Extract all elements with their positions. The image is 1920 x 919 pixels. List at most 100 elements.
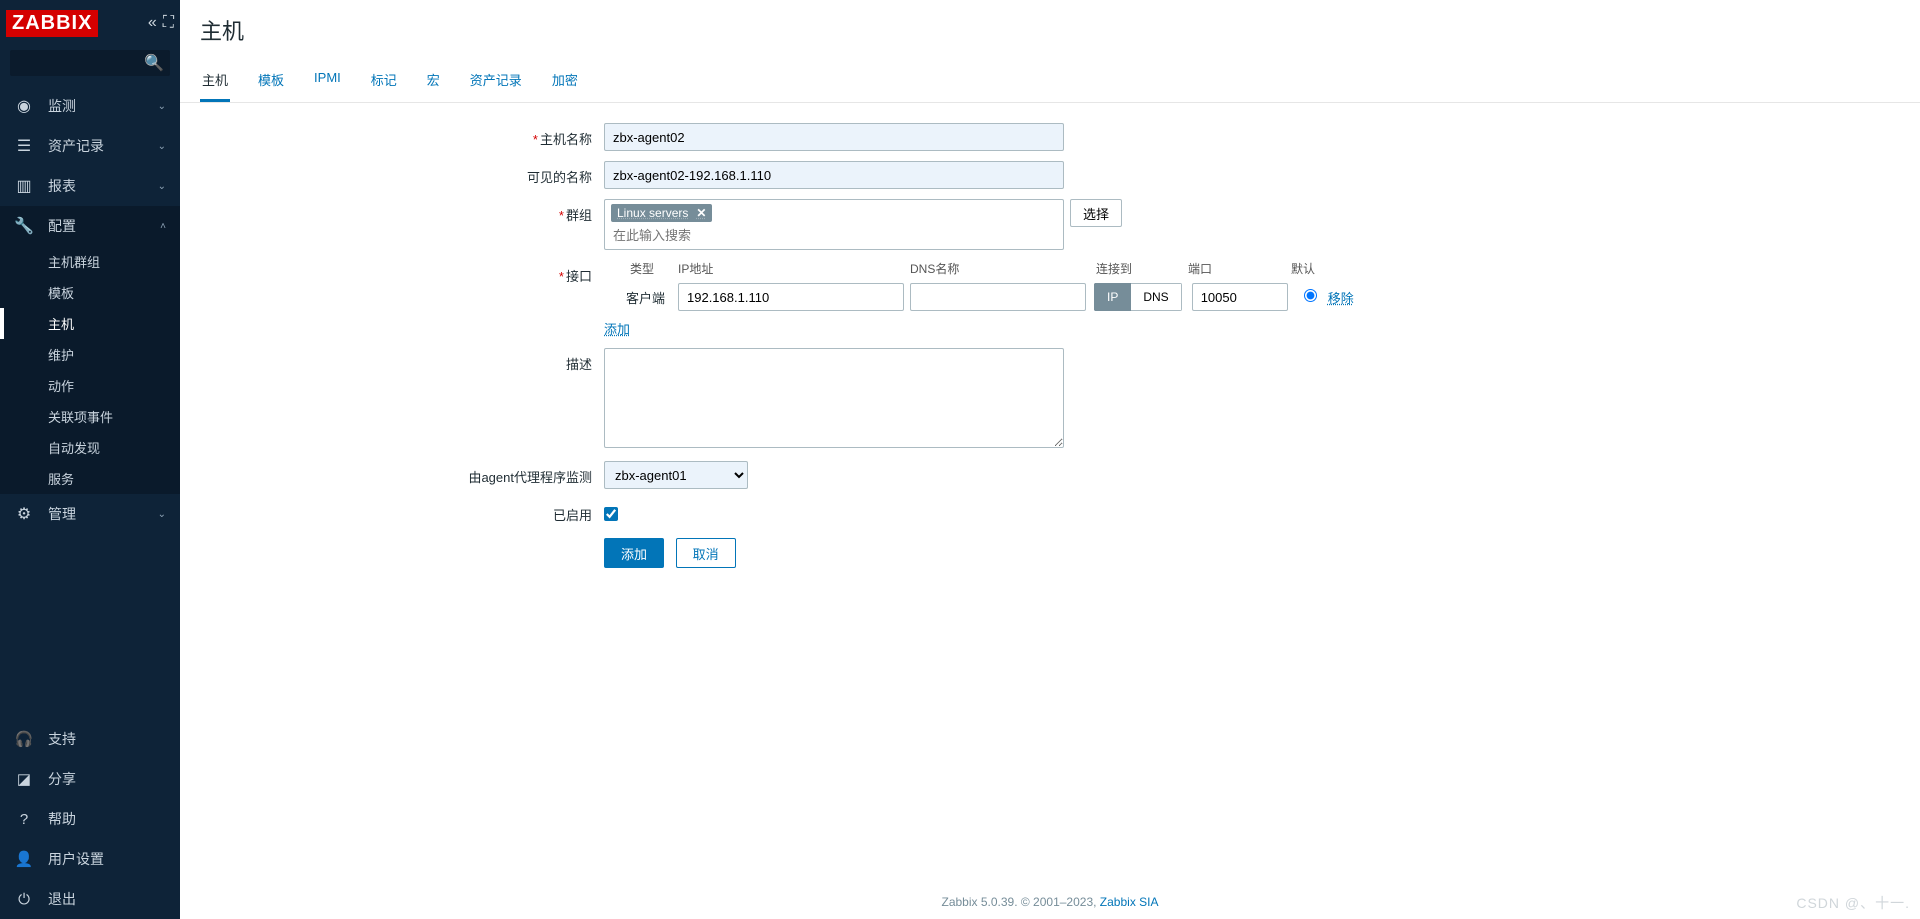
nav-inventory[interactable]: ☰ 资产记录 ⌄ <box>0 126 180 166</box>
tab-tags[interactable]: 标记 <box>369 60 399 102</box>
hdr-port: 端口 <box>1188 260 1288 277</box>
chevron-down-icon: ⌄ <box>158 101 166 112</box>
label-visiblename: 可见的名称 <box>527 170 592 185</box>
hdr-dns: DNS名称 <box>910 260 1096 277</box>
bottom-label: 支持 <box>48 729 76 749</box>
groups-search-input[interactable] <box>611 224 1057 247</box>
cancel-button[interactable]: 取消 <box>676 538 736 568</box>
chevron-down-icon: ⌄ <box>158 509 166 520</box>
group-tag[interactable]: Linux servers ✕ <box>611 204 712 222</box>
hdr-type: 类型 <box>604 260 678 277</box>
chevron-up-icon: ˄ <box>160 221 166 232</box>
chevron-down-icon: ⌄ <box>158 141 166 152</box>
label-enabled: 已启用 <box>553 508 592 523</box>
interface-default-radio[interactable] <box>1304 289 1317 302</box>
nav-label: 配置 <box>48 216 76 236</box>
enabled-checkbox[interactable] <box>604 507 618 521</box>
bottom-label: 分享 <box>48 769 76 789</box>
interface-ip-input[interactable] <box>678 283 904 311</box>
bottom-support[interactable]: 🎧 支持 <box>0 719 180 759</box>
brand-logo[interactable]: ZABBIX <box>6 10 98 37</box>
hdr-ip: IP地址 <box>678 260 910 277</box>
hdr-connect: 连接到 <box>1096 260 1188 277</box>
sub-correlation[interactable]: 关联项事件 <box>0 401 180 432</box>
tab-macros[interactable]: 宏 <box>425 60 442 102</box>
bottom-label: 帮助 <box>48 809 76 829</box>
search-icon[interactable]: 🔍 <box>144 53 164 73</box>
sidebar: ZABBIX « ⛶ 🔍 ◉ 监测 ⌄ ☰ 资产记录 ⌄ <box>0 0 180 919</box>
logo-row: ZABBIX « ⛶ <box>0 0 180 46</box>
footer-text: Zabbix 5.0.39. © 2001–2023, <box>942 895 1100 909</box>
interface-add-link[interactable]: 添加 <box>604 319 630 338</box>
sub-hosts[interactable]: 主机 <box>0 308 180 339</box>
collapse-icon[interactable]: « <box>148 14 157 32</box>
sub-templates[interactable]: 模板 <box>0 277 180 308</box>
nav-admin[interactable]: ⚙ 管理 ⌄ <box>0 494 180 534</box>
connect-to-segment: IP DNS <box>1094 283 1182 311</box>
host-form: *主机名称 可见的名称 *群组 Linux servers <box>180 103 1920 588</box>
bottom-help[interactable]: ? 帮助 <box>0 799 180 839</box>
wrench-icon: 🔧 <box>14 216 34 236</box>
chevron-down-icon: ⌄ <box>158 181 166 192</box>
list-icon: ☰ <box>14 136 34 156</box>
label-groups: 群组 <box>566 208 592 223</box>
nav-label: 资产记录 <box>48 136 104 156</box>
help-icon: ? <box>14 811 34 828</box>
nav-config[interactable]: 🔧 配置 ˄ <box>0 206 180 246</box>
sub-hostgroups[interactable]: 主机群组 <box>0 246 180 277</box>
gear-icon: ⚙ <box>14 504 34 524</box>
share-icon: ◪ <box>14 770 34 788</box>
power-icon: ⏻ <box>14 891 34 908</box>
seg-dns-button[interactable]: DNS <box>1131 283 1181 311</box>
select-groups-button[interactable]: 选择 <box>1070 199 1122 227</box>
interface-type-label: 客户端 <box>604 288 678 307</box>
tab-host[interactable]: 主机 <box>200 60 230 102</box>
footer: Zabbix 5.0.39. © 2001–2023, Zabbix SIA <box>180 875 1920 919</box>
headset-icon: 🎧 <box>14 730 34 748</box>
seg-ip-button[interactable]: IP <box>1094 283 1131 311</box>
interface-remove-link[interactable]: 移除 <box>1328 288 1354 307</box>
label-description: 描述 <box>566 357 592 372</box>
eye-icon: ◉ <box>14 96 34 116</box>
label-hostname: 主机名称 <box>540 132 592 147</box>
nav-monitor[interactable]: ◉ 监测 ⌄ <box>0 86 180 126</box>
chart-icon: ▥ <box>14 176 34 196</box>
nav-label: 管理 <box>48 504 76 524</box>
bottom-logout[interactable]: ⏻ 退出 <box>0 879 180 919</box>
interface-header: 类型 IP地址 DNS名称 连接到 端口 默认 <box>604 260 1900 277</box>
sub-services[interactable]: 服务 <box>0 463 180 494</box>
tabbar: 主机 模板 IPMI 标记 宏 资产记录 加密 <box>180 60 1920 103</box>
footer-link[interactable]: Zabbix SIA <box>1100 895 1159 909</box>
sub-actions[interactable]: 动作 <box>0 370 180 401</box>
hdr-default: 默认 <box>1288 260 1318 277</box>
label-interfaces: 接口 <box>566 269 592 284</box>
proxy-select[interactable]: zbx-agent01 <box>604 461 748 489</box>
description-textarea[interactable] <box>604 348 1064 448</box>
visiblename-input[interactable] <box>604 161 1064 189</box>
bottom-label: 退出 <box>48 889 76 909</box>
hostname-input[interactable] <box>604 123 1064 151</box>
sub-maintenance[interactable]: 维护 <box>0 339 180 370</box>
interface-dns-input[interactable] <box>910 283 1086 311</box>
fullscreen-icon[interactable]: ⛶ <box>163 14 174 32</box>
nav-reports[interactable]: ▥ 报表 ⌄ <box>0 166 180 206</box>
groups-multiselect[interactable]: Linux servers ✕ <box>604 199 1064 250</box>
bottom-share[interactable]: ◪ 分享 <box>0 759 180 799</box>
interface-row: 客户端 IP DNS 移除 <box>604 283 1900 311</box>
interface-port-input[interactable] <box>1192 283 1288 311</box>
nav-label: 报表 <box>48 176 76 196</box>
sub-discovery[interactable]: 自动发现 <box>0 432 180 463</box>
nav-label: 监测 <box>48 96 76 116</box>
tab-inventory[interactable]: 资产记录 <box>468 60 524 102</box>
bottom-label: 用户设置 <box>48 849 104 869</box>
tab-ipmi[interactable]: IPMI <box>312 60 343 102</box>
watermark: CSDN @、十一. <box>1796 893 1910 913</box>
config-submenu: 主机群组 模板 主机 维护 动作 关联项事件 自动发现 服务 <box>0 246 180 494</box>
add-button[interactable]: 添加 <box>604 538 664 568</box>
tab-encryption[interactable]: 加密 <box>550 60 580 102</box>
remove-tag-icon[interactable]: ✕ <box>696 206 706 220</box>
group-tag-label: Linux servers <box>617 206 688 220</box>
bottom-usersettings[interactable]: 👤 用户设置 <box>0 839 180 879</box>
user-icon: 👤 <box>14 850 34 868</box>
tab-templates[interactable]: 模板 <box>256 60 286 102</box>
